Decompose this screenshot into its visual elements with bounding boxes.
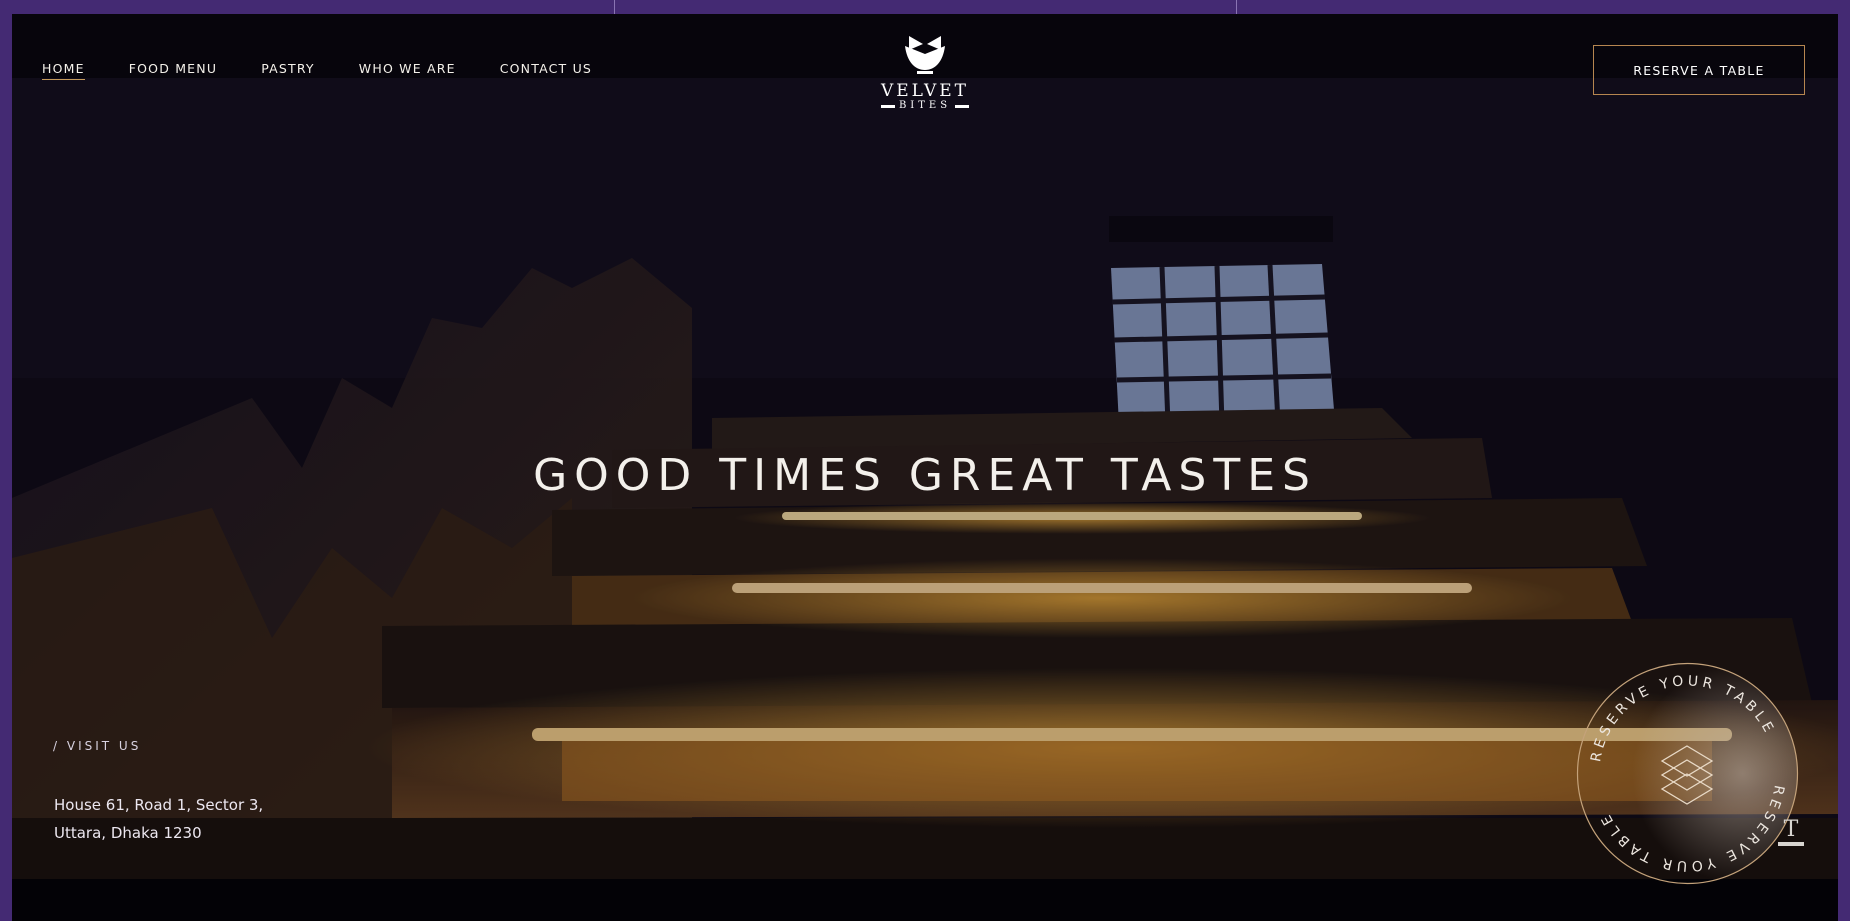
text-tool-icon[interactable]: T: [1776, 814, 1806, 850]
nav-pastry[interactable]: PASTRY: [261, 61, 315, 80]
nav-food-menu[interactable]: FOOD MENU: [129, 61, 217, 80]
bowls-icon: [905, 36, 945, 74]
brand-subname-text: BITES: [898, 100, 952, 111]
reserve-table-button[interactable]: RESERVE A TABLE: [1593, 45, 1805, 95]
top-navigation-bar: HOME FOOD MENU PASTRY WHO WE ARE CONTACT…: [12, 14, 1838, 111]
nav-who-we-are[interactable]: WHO WE ARE: [359, 61, 456, 80]
frame-divider-right: [1236, 0, 1237, 14]
nav-contact-us[interactable]: CONTACT US: [500, 61, 592, 80]
visit-us-label: / VISIT US: [53, 739, 142, 753]
hero-section: HOME FOOD MENU PASTRY WHO WE ARE CONTACT…: [12, 14, 1838, 921]
address-line-2: Uttara, Dhaka 1230: [54, 824, 202, 842]
bottom-bar: [12, 879, 1838, 921]
brand-subname: BITES: [877, 100, 973, 112]
reserve-your-table-badge[interactable]: RESERVE YOUR TABLE RESERVE YOUR TABLE: [1575, 661, 1800, 886]
address-block: House 61, Road 1, Sector 3, Uttara, Dhak…: [54, 791, 263, 847]
nav-home[interactable]: HOME: [42, 61, 85, 80]
brand-logo[interactable]: VELVET BITES: [877, 32, 973, 112]
frame-divider-left: [614, 0, 615, 14]
hero-headline: GOOD TIMES GREAT TASTES: [533, 450, 1317, 501]
address-line-1: House 61, Road 1, Sector 3,: [54, 796, 264, 814]
brand-name: VELVET: [881, 81, 969, 101]
main-nav: HOME FOOD MENU PASTRY WHO WE ARE CONTACT…: [42, 61, 636, 80]
text-tool-glyph: T: [1784, 817, 1799, 842]
